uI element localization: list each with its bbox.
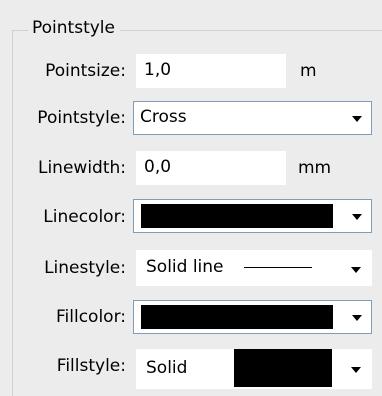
pointsize-value: 1,0	[144, 60, 172, 80]
fillcolor-label: Fillcolor:	[55, 307, 126, 327]
chevron-down-icon[interactable]	[351, 367, 361, 373]
pointstyle-label: Pointstyle:	[37, 108, 126, 128]
pointstyle-select[interactable]: Cross	[133, 101, 372, 135]
fillcolor-select[interactable]	[133, 300, 372, 334]
pointstyle-value: Cross	[140, 107, 187, 127]
fillstyle-select[interactable]: Solid	[136, 349, 372, 389]
pointsize-input[interactable]: 1,0	[136, 54, 286, 88]
fillstyle-swatch	[234, 349, 332, 387]
linewidth-input[interactable]: 0,0	[136, 151, 286, 185]
chevron-down-icon[interactable]	[352, 315, 362, 321]
linewidth-label: Linewidth:	[37, 158, 126, 178]
linecolor-swatch	[141, 204, 333, 228]
linestyle-value: Solid line	[146, 257, 224, 277]
linewidth-unit: mm	[298, 158, 332, 178]
linestyle-select[interactable]: Solid line	[136, 250, 372, 286]
fillstyle-label: Fillstyle:	[56, 356, 126, 376]
pointsize-label: Pointsize:	[45, 61, 126, 81]
linecolor-select[interactable]	[133, 199, 372, 233]
linecolor-label: Linecolor:	[43, 207, 126, 227]
line-sample	[244, 267, 312, 268]
linewidth-value: 0,0	[144, 157, 172, 177]
fillcolor-swatch	[141, 305, 333, 329]
chevron-down-icon[interactable]	[352, 116, 362, 122]
linestyle-label: Linestyle:	[44, 258, 126, 278]
pointsize-unit: m	[300, 61, 317, 81]
chevron-down-icon[interactable]	[351, 267, 361, 273]
fillstyle-value: Solid	[146, 358, 188, 378]
group-title: Pointstyle	[28, 16, 120, 40]
chevron-down-icon[interactable]	[352, 214, 362, 220]
